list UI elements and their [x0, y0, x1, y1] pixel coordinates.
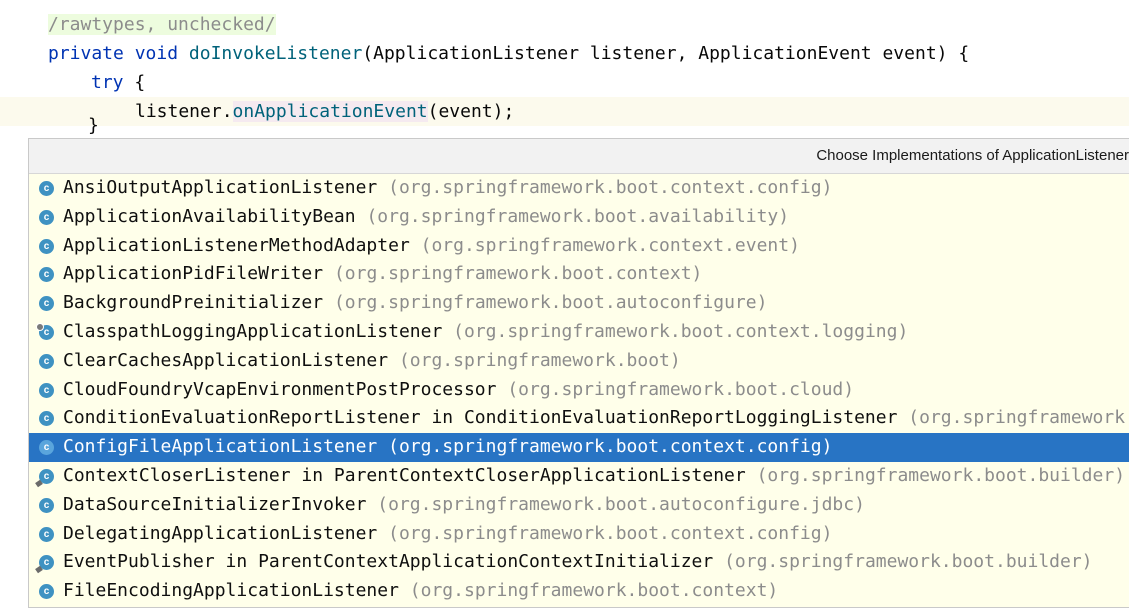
- class-icon: c: [39, 440, 54, 456]
- implementation-package: (org.springframework.boot.context.config…: [388, 436, 833, 458]
- class-icon: c: [39, 497, 54, 513]
- keyword-try: try: [91, 72, 124, 93]
- implementation-name: DataSourceInitializerInvoker: [63, 493, 367, 515]
- implementation-item-selected[interactable]: c ConfigFileApplicationListener (org.spri…: [29, 433, 1129, 462]
- implementation-name: ClasspathLoggingApplicationListener: [63, 320, 443, 342]
- implementation-package: (org.springframework.boot.builder): [756, 464, 1126, 486]
- library-class-icon: c: [36, 322, 54, 340]
- implementation-package: (org.springframework.boot.builder): [724, 551, 1093, 573]
- editor-gutter: [0, 0, 28, 608]
- implementation-item[interactable]: c ApplicationAvailabilityBean (org.spring…: [29, 203, 1129, 232]
- implementation-package: (org.springframework.boot.context.loggin…: [453, 320, 909, 342]
- class-icon: c: [39, 296, 54, 312]
- implementation-package: (org.springframework.context.event): [420, 234, 800, 256]
- implementation-name: ApplicationAvailabilityBean: [63, 205, 356, 227]
- popup-title: Choose Implementations of ApplicationLis…: [816, 147, 1129, 164]
- implementation-name: ConfigFileApplicationListener: [63, 436, 378, 458]
- implementation-package: (org.springframework.boot.context): [333, 263, 703, 285]
- implementation-name: ApplicationPidFileWriter: [63, 263, 324, 285]
- implementation-item[interactable]: c ApplicationListenerMethodAdapter (org.s…: [29, 232, 1129, 261]
- implementation-name: FileEncodingApplicationListener: [63, 580, 399, 602]
- receiver: listener.: [135, 101, 233, 122]
- implementation-item[interactable]: c DelegatingApplicationListener (org.spri…: [29, 520, 1129, 549]
- implementation-package: (org.springframework.boot.availability): [366, 205, 790, 227]
- code-line-method-signature[interactable]: private void doInvokeListener(Applicatio…: [48, 39, 969, 68]
- class-icon: c: [39, 353, 54, 369]
- implementation-item[interactable]: c ConditionEvaluationReportListener in Co…: [29, 404, 1129, 433]
- implementation-name: ClearCachesApplicationListener: [63, 349, 389, 371]
- code-line-closing-brace[interactable]: }: [88, 116, 99, 136]
- implementation-item[interactable]: c ClearCachesApplicationListener (org.spr…: [29, 347, 1129, 376]
- keyword-private: private: [48, 43, 124, 64]
- implementation-item[interactable]: c ClasspathLoggingApplicationListener (or…: [29, 318, 1129, 347]
- method-params: (ApplicationListener listener, Applicati…: [362, 43, 970, 64]
- code-comment: /rawtypes, unchecked/: [48, 14, 276, 35]
- class-icon: c: [39, 584, 54, 600]
- inner-class-icon: c: [39, 468, 54, 484]
- implementation-package: (org.springframework.boot): [398, 349, 681, 371]
- implementation-package: (org.springframework.boot.cloud): [507, 378, 855, 400]
- try-brace: {: [123, 72, 146, 93]
- code-line-annotation[interactable]: /rawtypes, unchecked/: [48, 10, 276, 39]
- implementation-package: (org.springframework.boot.autoconfigure.…: [377, 493, 865, 515]
- implementation-item[interactable]: c DataSourceInitializerInvoker (org.sprin…: [29, 491, 1129, 520]
- implementation-name: ApplicationListenerMethodAdapter: [63, 234, 410, 256]
- implementation-item[interactable]: c FileEncodingApplicationListener (org.sp…: [29, 577, 1129, 606]
- implementation-name: DelegatingApplicationListener: [63, 522, 378, 544]
- implementation-name: ConditionEvaluationReportListener in Con…: [63, 407, 898, 429]
- code-line-invocation[interactable]: listener.onApplicationEvent(event);: [135, 97, 514, 126]
- implementation-item[interactable]: c CloudFoundryVcapEnvironmentPostProcesso…: [29, 376, 1129, 405]
- implementation-name: ContextCloserListener in ParentContextCl…: [63, 464, 746, 486]
- code-line-try[interactable]: try {: [91, 68, 145, 97]
- method-name: doInvokeListener: [188, 43, 363, 64]
- popup-header: Choose Implementations of ApplicationLis…: [29, 139, 1129, 174]
- class-icon: c: [39, 181, 54, 196]
- inner-class-icon: c: [39, 555, 54, 571]
- implementation-item[interactable]: c EventPublisher in ParentContextApplicat…: [29, 548, 1129, 577]
- implementation-item[interactable]: c BackgroundPreinitializer (org.springfra…: [29, 289, 1129, 318]
- class-icon: c: [39, 267, 54, 283]
- implementation-package: (org.springframework.boot.context.config…: [388, 522, 833, 544]
- implementation-package: (org.springframework.boot.autoconfigure): [333, 292, 768, 314]
- class-icon: c: [39, 411, 54, 427]
- class-icon: c: [39, 382, 54, 398]
- invocation-args: (event);: [427, 101, 515, 122]
- implementation-package: (org.springframework.boot.context): [409, 580, 779, 602]
- keyword-void: void: [134, 43, 179, 64]
- invoked-method[interactable]: onApplicationEvent: [232, 101, 428, 122]
- implementation-list[interactable]: c AnsiOutputApplicationListener (org.spri…: [29, 174, 1129, 606]
- class-icon: c: [39, 526, 54, 542]
- implementation-item[interactable]: c AnsiOutputApplicationListener (org.spri…: [29, 174, 1129, 203]
- class-icon: c: [39, 238, 54, 254]
- closing-brace: }: [88, 116, 99, 136]
- implementation-item[interactable]: c ApplicationPidFileWriter (org.springfra…: [29, 260, 1129, 289]
- implementation-name: BackgroundPreinitializer: [63, 292, 324, 314]
- class-icon: c: [39, 209, 54, 225]
- implementation-name: AnsiOutputApplicationListener: [63, 177, 378, 198]
- implementation-name: CloudFoundryVcapEnvironmentPostProcessor: [63, 378, 497, 400]
- implementation-item[interactable]: c ContextCloserListener in ParentContextC…: [29, 462, 1129, 491]
- implementation-name: EventPublisher in ParentContextApplicati…: [63, 551, 714, 573]
- choose-implementation-popup[interactable]: Choose Implementations of ApplicationLis…: [28, 138, 1129, 608]
- implementation-package: (org.springframework.boot.context.config…: [388, 177, 833, 198]
- implementation-package: (org.springframework.boot.autoconfigure.…: [908, 407, 1129, 429]
